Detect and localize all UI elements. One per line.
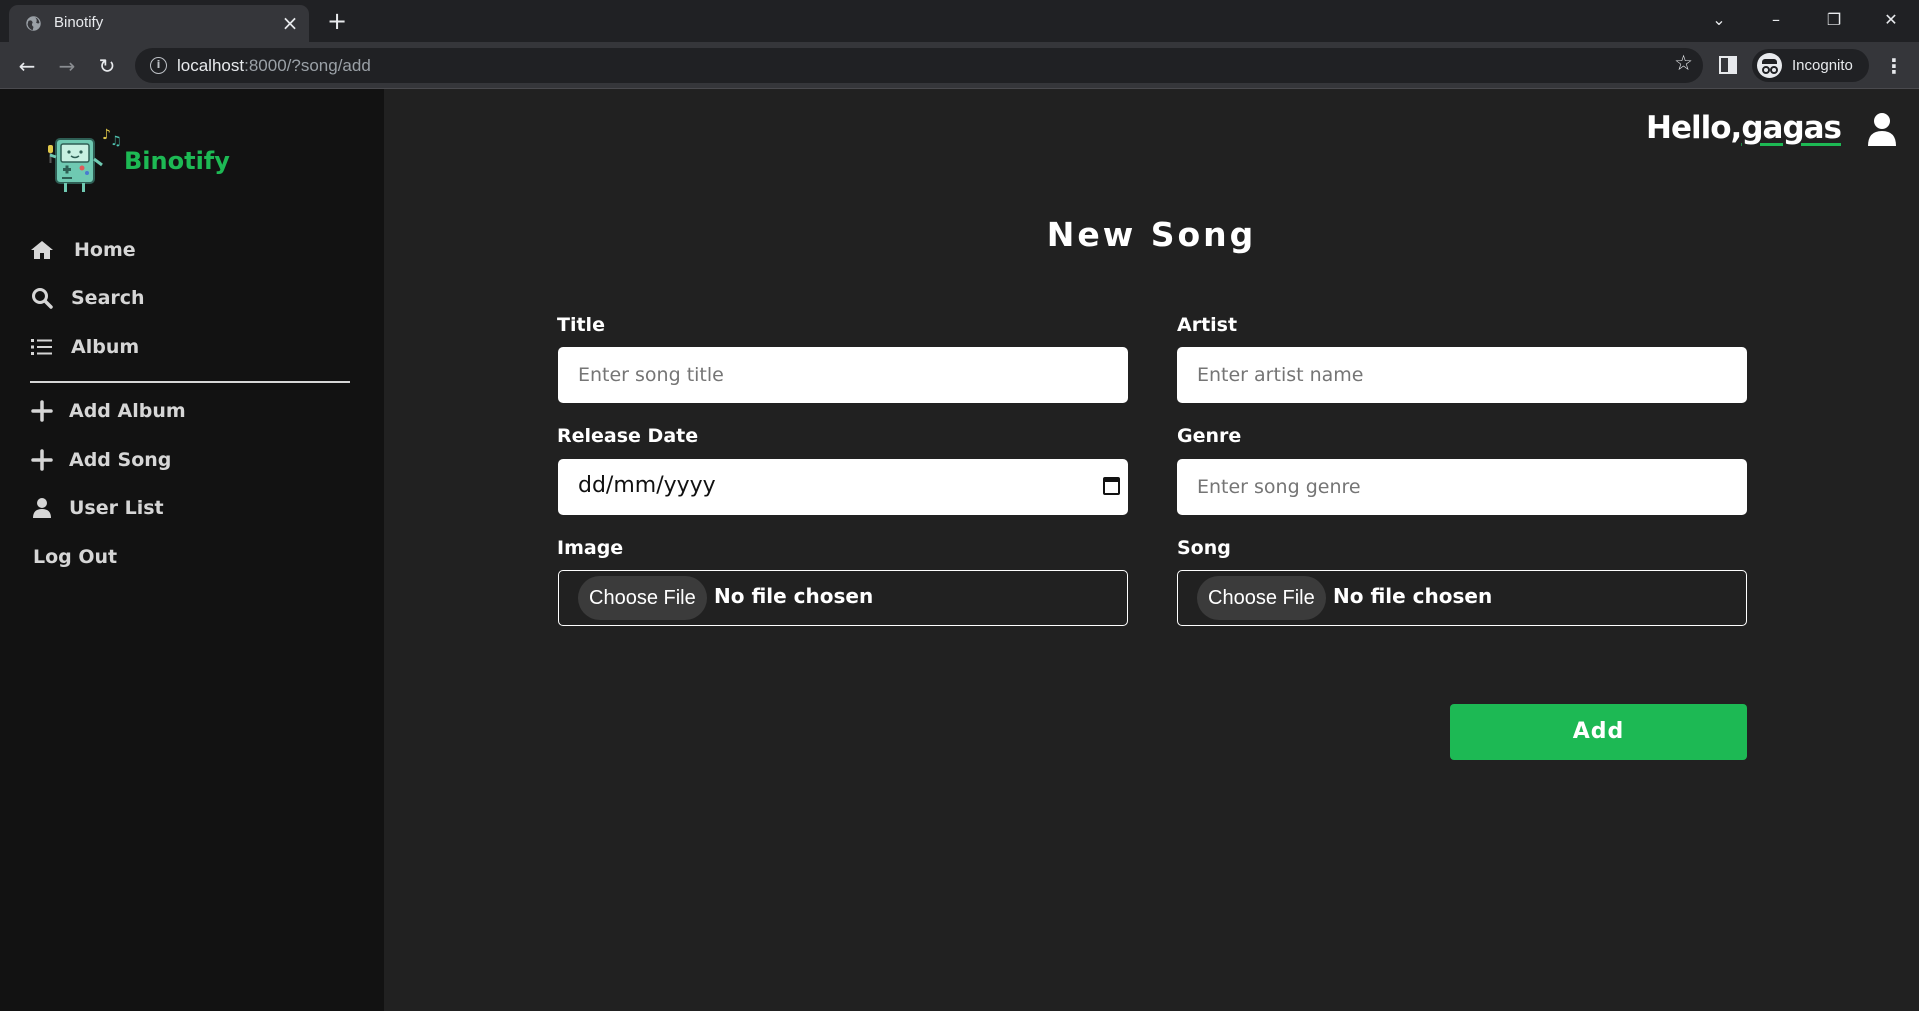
greeting: Hello,gagas: [1646, 110, 1842, 146]
image-file-input[interactable]: Choose File No file chosen: [558, 570, 1128, 626]
bmo-logo-icon: ♪ ♫: [48, 127, 122, 192]
logout-link[interactable]: Log Out: [30, 541, 350, 575]
image-label: Image: [557, 537, 624, 559]
search-icon: [32, 288, 53, 309]
sidebar-item-label: Add Song: [69, 449, 172, 471]
site-info-icon[interactable]: i: [150, 57, 167, 74]
forward-button[interactable]: →: [52, 51, 82, 81]
list-icon: [31, 339, 52, 355]
page-title: New Song: [1046, 215, 1257, 254]
new-tab-button[interactable]: +: [324, 8, 350, 34]
home-icon: [31, 241, 53, 259]
title-label: Title: [557, 314, 605, 336]
add-song-button[interactable]: Add: [1450, 704, 1747, 760]
sidebar-item-label: Add Album: [69, 400, 186, 422]
sidebar: ♪ ♫ Binotify Home Search Album Add Album…: [0, 89, 384, 1011]
user-avatar-icon[interactable]: [1867, 112, 1897, 146]
calendar-icon[interactable]: [1103, 477, 1120, 495]
brand-name: Binotify: [124, 147, 230, 175]
title-input[interactable]: [558, 347, 1128, 403]
incognito-icon: [1757, 53, 1782, 78]
greeting-text: Hello,: [1646, 110, 1742, 146]
main-content: Hello,gagas New Song Title Artist Releas…: [384, 89, 1919, 1011]
song-label: Song: [1177, 537, 1231, 559]
plus-icon: [31, 449, 53, 471]
artist-input[interactable]: [1177, 347, 1747, 403]
side-panel-icon[interactable]: [1719, 56, 1737, 74]
restore-button[interactable]: ❐: [1819, 6, 1849, 34]
sidebar-item-user-list[interactable]: User List: [30, 492, 350, 526]
tab-title: Binotify: [54, 14, 104, 31]
plus-icon: [31, 400, 53, 422]
browser-toolbar: ← → ↻ i localhost:8000/?song/add ☆ Incog…: [0, 42, 1919, 89]
incognito-profile-button[interactable]: Incognito: [1752, 49, 1869, 82]
sidebar-item-label: User List: [69, 497, 164, 519]
release-date-label: Release Date: [557, 425, 699, 447]
sidebar-item-album[interactable]: Album: [30, 331, 350, 365]
reload-button[interactable]: ↻: [92, 51, 122, 81]
image-choose-file-button[interactable]: Choose File: [578, 576, 707, 620]
song-file-status: No file chosen: [1333, 584, 1493, 608]
sidebar-divider: [30, 381, 350, 383]
song-choose-file-button[interactable]: Choose File: [1197, 576, 1326, 620]
url-text: localhost:8000/?song/add: [177, 56, 371, 75]
sidebar-item-label: Home: [74, 239, 136, 261]
tab-search-icon[interactable]: ⌄: [1704, 6, 1734, 34]
genre-input[interactable]: [1177, 459, 1747, 515]
sidebar-item-label: Search: [71, 287, 145, 309]
user-icon: [33, 498, 51, 518]
browser-tabbar: Binotify × + ⌄ – ❐ ✕: [0, 0, 1919, 42]
sidebar-item-home[interactable]: Home: [30, 234, 350, 268]
browser-menu-icon[interactable]: ⋮: [1884, 52, 1904, 80]
username-link[interactable]: gagas: [1741, 110, 1842, 146]
logout-label: Log Out: [33, 546, 118, 568]
close-tab-icon[interactable]: ×: [279, 12, 301, 34]
back-button[interactable]: ←: [12, 51, 42, 81]
release-date-value: dd/mm/yyyy: [578, 473, 716, 498]
svg-text:♫: ♫: [110, 134, 122, 149]
song-file-input[interactable]: Choose File No file chosen: [1177, 570, 1747, 626]
sidebar-item-search[interactable]: Search: [30, 282, 350, 316]
address-bar[interactable]: i localhost:8000/?song/add ☆: [135, 48, 1703, 83]
artist-label: Artist: [1177, 314, 1238, 336]
globe-icon: [26, 16, 41, 31]
sidebar-item-label: Album: [71, 336, 140, 358]
incognito-label: Incognito: [1792, 57, 1853, 74]
sidebar-item-add-album[interactable]: Add Album: [30, 395, 350, 429]
minimize-button[interactable]: –: [1761, 6, 1791, 34]
release-date-input[interactable]: dd/mm/yyyy: [558, 459, 1128, 515]
brand-logo[interactable]: ♪ ♫ Binotify: [44, 125, 284, 195]
sidebar-item-add-song[interactable]: Add Song: [30, 444, 350, 478]
bookmark-star-icon[interactable]: ☆: [1674, 51, 1693, 75]
close-window-button[interactable]: ✕: [1876, 6, 1906, 34]
browser-tab[interactable]: Binotify ×: [9, 5, 309, 42]
genre-label: Genre: [1177, 425, 1242, 447]
image-file-status: No file chosen: [714, 584, 874, 608]
